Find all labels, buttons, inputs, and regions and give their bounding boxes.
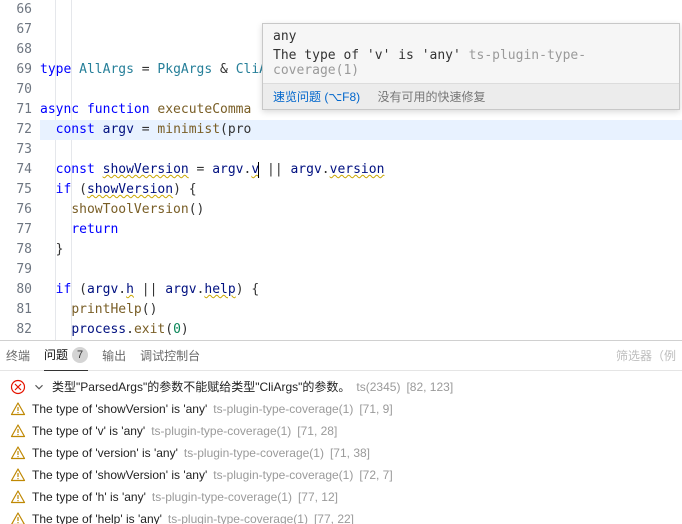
code-line[interactable]: return — [40, 220, 682, 240]
line-number: 76 — [0, 200, 32, 220]
tab-debug-console[interactable]: 调试控制台 — [140, 341, 200, 371]
line-number: 75 — [0, 180, 32, 200]
tab-terminal[interactable]: 终端 — [6, 341, 30, 371]
problems-filter-input[interactable]: 筛选器（例 — [616, 347, 676, 364]
problem-message: The type of 'h' is 'any' — [32, 490, 146, 504]
code-line[interactable]: process.exit(0) — [40, 320, 682, 340]
peek-problem-link[interactable]: 速览问题 (⌥F8) — [273, 90, 360, 104]
code-line[interactable]: const argv = minimist(pro — [40, 120, 682, 140]
line-number: 72 — [0, 120, 32, 140]
line-number: 81 — [0, 300, 32, 320]
hover-message-row: The type of 'v' is 'any' ts-plugin-type-… — [263, 46, 679, 83]
line-number: 77 — [0, 220, 32, 240]
line-number: 67 — [0, 20, 32, 40]
code-line[interactable] — [40, 140, 682, 160]
line-number-gutter: 6667686970717273747576777879808182 — [0, 0, 40, 340]
problem-source: ts-plugin-type-coverage(1) — [213, 468, 353, 482]
hover-message: The type of 'v' is 'any' — [273, 48, 461, 63]
code-line[interactable]: const showVersion = argv.v || argv.versi… — [40, 160, 682, 180]
line-number: 80 — [0, 280, 32, 300]
problem-source: ts-plugin-type-coverage(1) — [151, 424, 291, 438]
hover-actions: 速览问题 (⌥F8) 没有可用的快速修复 — [263, 83, 679, 109]
line-number: 71 — [0, 100, 32, 120]
line-number: 79 — [0, 260, 32, 280]
warning-icon — [10, 401, 26, 417]
editor-area[interactable]: 6667686970717273747576777879808182 type … — [0, 0, 682, 340]
code-line[interactable]: if (argv.h || argv.help) { — [40, 280, 682, 300]
problem-source: ts-plugin-type-coverage(1) — [152, 490, 292, 504]
code-line[interactable]: showToolVersion() — [40, 200, 682, 220]
hover-type: any — [263, 24, 679, 46]
line-number: 78 — [0, 240, 32, 260]
chevron-down-icon[interactable] — [32, 380, 46, 394]
problem-location: [71, 9] — [359, 402, 392, 416]
line-number: 68 — [0, 40, 32, 60]
problem-row[interactable]: The type of 'v' is 'any' ts-plugin-type-… — [0, 420, 682, 442]
warning-icon — [10, 467, 26, 483]
warning-icon — [10, 423, 26, 439]
tab-problems[interactable]: 问题 7 — [44, 341, 88, 371]
line-number: 73 — [0, 140, 32, 160]
panel-tabs: 终端 问题 7 输出 调试控制台 筛选器（例 — [0, 341, 682, 371]
problem-row[interactable]: 类型"ParsedArgs"的参数不能赋给类型"CliArgs"的参数。 ts(… — [0, 375, 682, 398]
problems-list[interactable]: 类型"ParsedArgs"的参数不能赋给类型"CliArgs"的参数。 ts(… — [0, 371, 682, 524]
error-icon — [10, 379, 26, 395]
problem-source: ts(2345) — [356, 380, 400, 394]
tab-problems-label: 问题 — [44, 340, 68, 370]
problem-source: ts-plugin-type-coverage(1) — [168, 512, 308, 524]
warning-icon — [10, 445, 26, 461]
problem-row[interactable]: The type of 'showVersion' is 'any' ts-pl… — [0, 464, 682, 486]
problem-location: [72, 7] — [359, 468, 392, 482]
problem-source: ts-plugin-type-coverage(1) — [213, 402, 353, 416]
tab-output[interactable]: 输出 — [102, 341, 126, 371]
line-number: 82 — [0, 320, 32, 340]
problem-location: [77, 22] — [314, 512, 354, 524]
problem-row[interactable]: The type of 'h' is 'any' ts-plugin-type-… — [0, 486, 682, 508]
code-line[interactable]: if (showVersion) { — [40, 180, 682, 200]
problem-location: [71, 28] — [297, 424, 337, 438]
problem-row[interactable]: The type of 'help' is 'any' ts-plugin-ty… — [0, 508, 682, 524]
problem-message: The type of 'showVersion' is 'any' — [32, 468, 207, 482]
problem-message: 类型"ParsedArgs"的参数不能赋给类型"CliArgs"的参数。 — [52, 378, 350, 395]
bottom-panel: 终端 问题 7 输出 调试控制台 筛选器（例 类型"ParsedArgs"的参数… — [0, 340, 682, 524]
line-number: 70 — [0, 80, 32, 100]
no-quickfix-label: 没有可用的快速修复 — [378, 90, 486, 104]
code-line[interactable] — [40, 260, 682, 280]
warning-icon — [10, 489, 26, 505]
problem-message: The type of 'showVersion' is 'any' — [32, 402, 207, 416]
problem-message: The type of 'v' is 'any' — [32, 424, 145, 438]
problem-row[interactable]: The type of 'version' is 'any' ts-plugin… — [0, 442, 682, 464]
hover-popup: any The type of 'v' is 'any' ts-plugin-t… — [262, 23, 680, 110]
problem-location: [82, 123] — [406, 380, 453, 394]
problem-source: ts-plugin-type-coverage(1) — [184, 446, 324, 460]
code-line[interactable]: } — [40, 240, 682, 260]
problem-message: The type of 'version' is 'any' — [32, 446, 178, 460]
problem-location: [77, 12] — [298, 490, 338, 504]
warning-icon — [10, 511, 26, 524]
line-number: 74 — [0, 160, 32, 180]
code-line[interactable]: printHelp() — [40, 300, 682, 320]
problem-row[interactable]: The type of 'showVersion' is 'any' ts-pl… — [0, 398, 682, 420]
line-number: 66 — [0, 0, 32, 20]
problem-message: The type of 'help' is 'any' — [32, 512, 162, 524]
line-number: 69 — [0, 60, 32, 80]
problems-count-badge: 7 — [72, 347, 88, 363]
problem-location: [71, 38] — [330, 446, 370, 460]
